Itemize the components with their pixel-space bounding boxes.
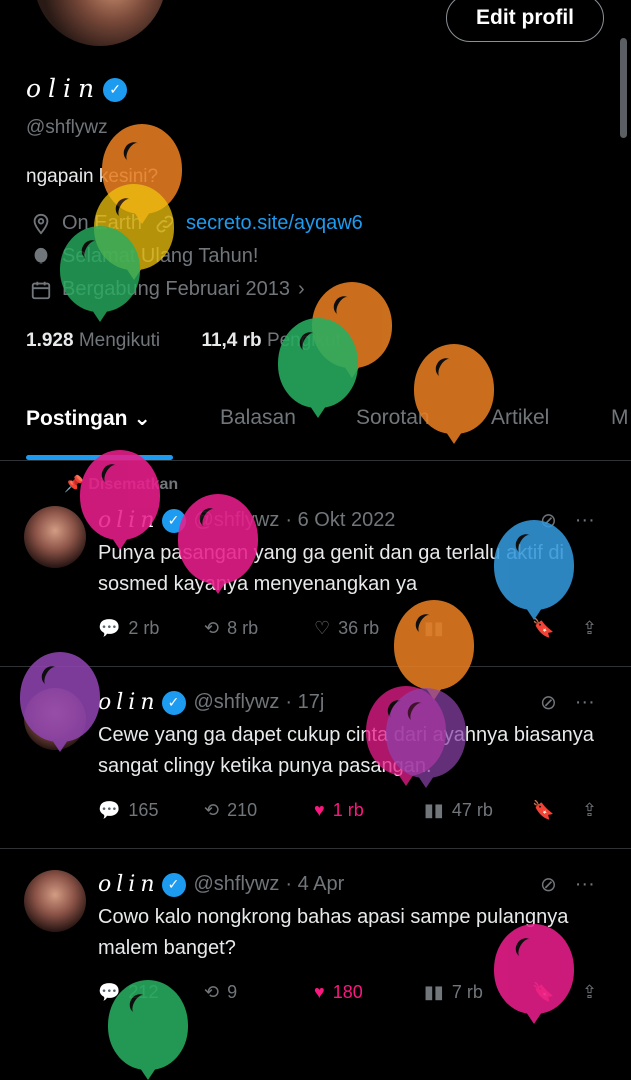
share-icon: ⇪ — [582, 800, 598, 820]
divider — [0, 666, 631, 667]
post-author-name[interactable]: olin — [98, 872, 160, 897]
reply-count: 2 rb — [128, 618, 160, 638]
bookmark-icon: 🔖 — [532, 618, 555, 638]
more-options-icon[interactable]: ··· — [575, 873, 595, 896]
balloon-decoration — [494, 924, 574, 1024]
views-chart-icon: ▮▮ — [424, 800, 444, 820]
tab-postingan-label: Postingan — [26, 407, 128, 430]
heart-filled-icon: ♥ — [314, 800, 325, 820]
share-button[interactable]: ⇪ — [582, 618, 597, 639]
edit-profile-button[interactable]: Edit profil — [446, 0, 604, 42]
divider — [0, 848, 631, 849]
share-icon: ⇪ — [582, 982, 598, 1002]
more-options-icon[interactable]: ··· — [575, 691, 595, 714]
profile-name-text: olin — [26, 74, 102, 103]
repost-icon: ⟲ — [204, 800, 220, 820]
reply-icon: 💬 — [98, 800, 121, 820]
like-count: 36 rb — [338, 618, 380, 638]
balloon-decoration — [108, 980, 188, 1080]
profile-avatar[interactable] — [34, 0, 166, 46]
bookmark-icon: 🔖 — [532, 800, 555, 820]
bookmark-button[interactable]: 🔖 — [532, 618, 554, 639]
heart-filled-icon: ♥ — [314, 982, 325, 1002]
repost-count: 210 — [227, 800, 258, 820]
post-header: olin ✓ @shflywz · 17j — [98, 690, 324, 715]
reply-button[interactable]: 💬 165 — [98, 800, 158, 821]
verified-badge-icon: ✓ — [161, 690, 186, 715]
share-button[interactable]: ⇪ — [582, 800, 597, 821]
reply-button[interactable]: 💬 2 rb — [98, 618, 159, 639]
repost-count: 8 rb — [227, 618, 259, 638]
profile-name: olin ✓ — [26, 74, 128, 103]
balloon-decoration — [20, 652, 100, 752]
chevron-right-icon[interactable]: › — [298, 278, 305, 301]
tab-more[interactable]: M — [611, 406, 629, 430]
like-count: 180 — [332, 982, 363, 1002]
balloon-decoration — [60, 226, 140, 322]
views-count: 47 rb — [451, 800, 493, 820]
views-button[interactable]: ▮▮ 47 rb — [424, 800, 493, 821]
balloon-decoration — [414, 344, 494, 444]
repost-count: 9 — [227, 982, 238, 1002]
scrollbar[interactable] — [620, 38, 627, 138]
more-options-icon[interactable]: ··· — [575, 509, 595, 532]
repost-button[interactable]: ⟲ 210 — [204, 800, 257, 821]
profile-website-link[interactable]: secreto.site/ayqaw6 — [186, 212, 363, 235]
repost-button[interactable]: ⟲ 9 — [204, 982, 237, 1003]
verified-badge-icon: ✓ — [161, 872, 186, 897]
balloon-decoration — [178, 494, 258, 594]
balloon-decoration — [386, 688, 466, 788]
location-pin-icon — [30, 213, 52, 235]
post-timestamp[interactable]: · 17j — [285, 691, 324, 714]
tab-balasan[interactable]: Balasan — [220, 406, 296, 430]
post-header: olin ✓ @shflywz · 4 Apr — [98, 872, 344, 897]
followers-count: 11,4 rb — [201, 330, 262, 351]
following-label: Mengikuti — [78, 330, 161, 351]
following-count: 1.928 — [26, 330, 74, 351]
like-button[interactable]: ♥ 180 — [314, 982, 363, 1003]
tab-artikel[interactable]: Artikel — [491, 406, 549, 430]
post-avatar[interactable] — [24, 870, 86, 932]
profile-handle: @shflywz — [26, 117, 108, 138]
share-icon: ⇪ — [582, 618, 598, 638]
post-menu: ⊘ ··· — [540, 872, 595, 897]
share-button[interactable]: ⇪ — [582, 982, 597, 1003]
post-timestamp[interactable]: · 4 Apr — [285, 873, 344, 896]
repost-icon: ⟲ — [204, 618, 220, 638]
verified-badge-icon: ✓ — [103, 78, 128, 102]
reply-icon: 💬 — [98, 618, 121, 638]
post-avatar[interactable] — [24, 506, 86, 568]
grok-icon[interactable]: ⊘ — [540, 872, 557, 897]
post-menu: ⊘ ··· — [540, 690, 595, 715]
repost-button[interactable]: ⟲ 8 rb — [204, 618, 258, 639]
post-timestamp[interactable]: · 6 Okt 2022 — [285, 509, 395, 532]
balloon-icon — [30, 246, 52, 268]
following-link[interactable]: 1.928 Mengikuti — [26, 330, 160, 351]
balloon-decoration — [80, 450, 160, 550]
post-author-handle: @shflywz — [193, 873, 280, 895]
views-button[interactable]: ▮▮ 7 rb — [424, 982, 483, 1003]
views-count: 7 rb — [451, 982, 483, 1002]
chevron-down-icon: ⌄ — [133, 407, 151, 430]
repost-icon: ⟲ — [204, 982, 220, 1002]
post-author-name[interactable]: olin — [98, 690, 160, 715]
post-actions: 💬2 rb ⟲8 rb ♡36 rb ▮▮ 🔖 ⇪ — [98, 618, 608, 648]
like-button[interactable]: ♥ 1 rb — [314, 800, 364, 821]
views-chart-icon: ▮▮ — [424, 982, 444, 1002]
like-button[interactable]: ♡ 36 rb — [314, 618, 379, 639]
post-text: Cewe yang ga dapet cukup cinta dari ayah… — [98, 724, 594, 777]
tab-postingan[interactable]: Postingan ⌄ — [26, 406, 151, 431]
post-author-handle: @shflywz — [193, 691, 280, 713]
grok-icon[interactable]: ⊘ — [540, 690, 557, 715]
balloon-decoration — [394, 600, 474, 700]
reply-count: 165 — [128, 800, 159, 820]
heart-icon: ♡ — [314, 618, 331, 638]
post-actions: 💬 165 ⟲ 210 ♥ 1 rb ▮▮ 47 rb 🔖 ⇪ — [98, 800, 608, 830]
balloon-decoration — [494, 520, 574, 620]
bookmark-button[interactable]: 🔖 — [532, 800, 554, 821]
balloon-decoration — [278, 318, 358, 418]
calendar-icon — [30, 279, 52, 301]
like-count: 1 rb — [332, 800, 364, 820]
